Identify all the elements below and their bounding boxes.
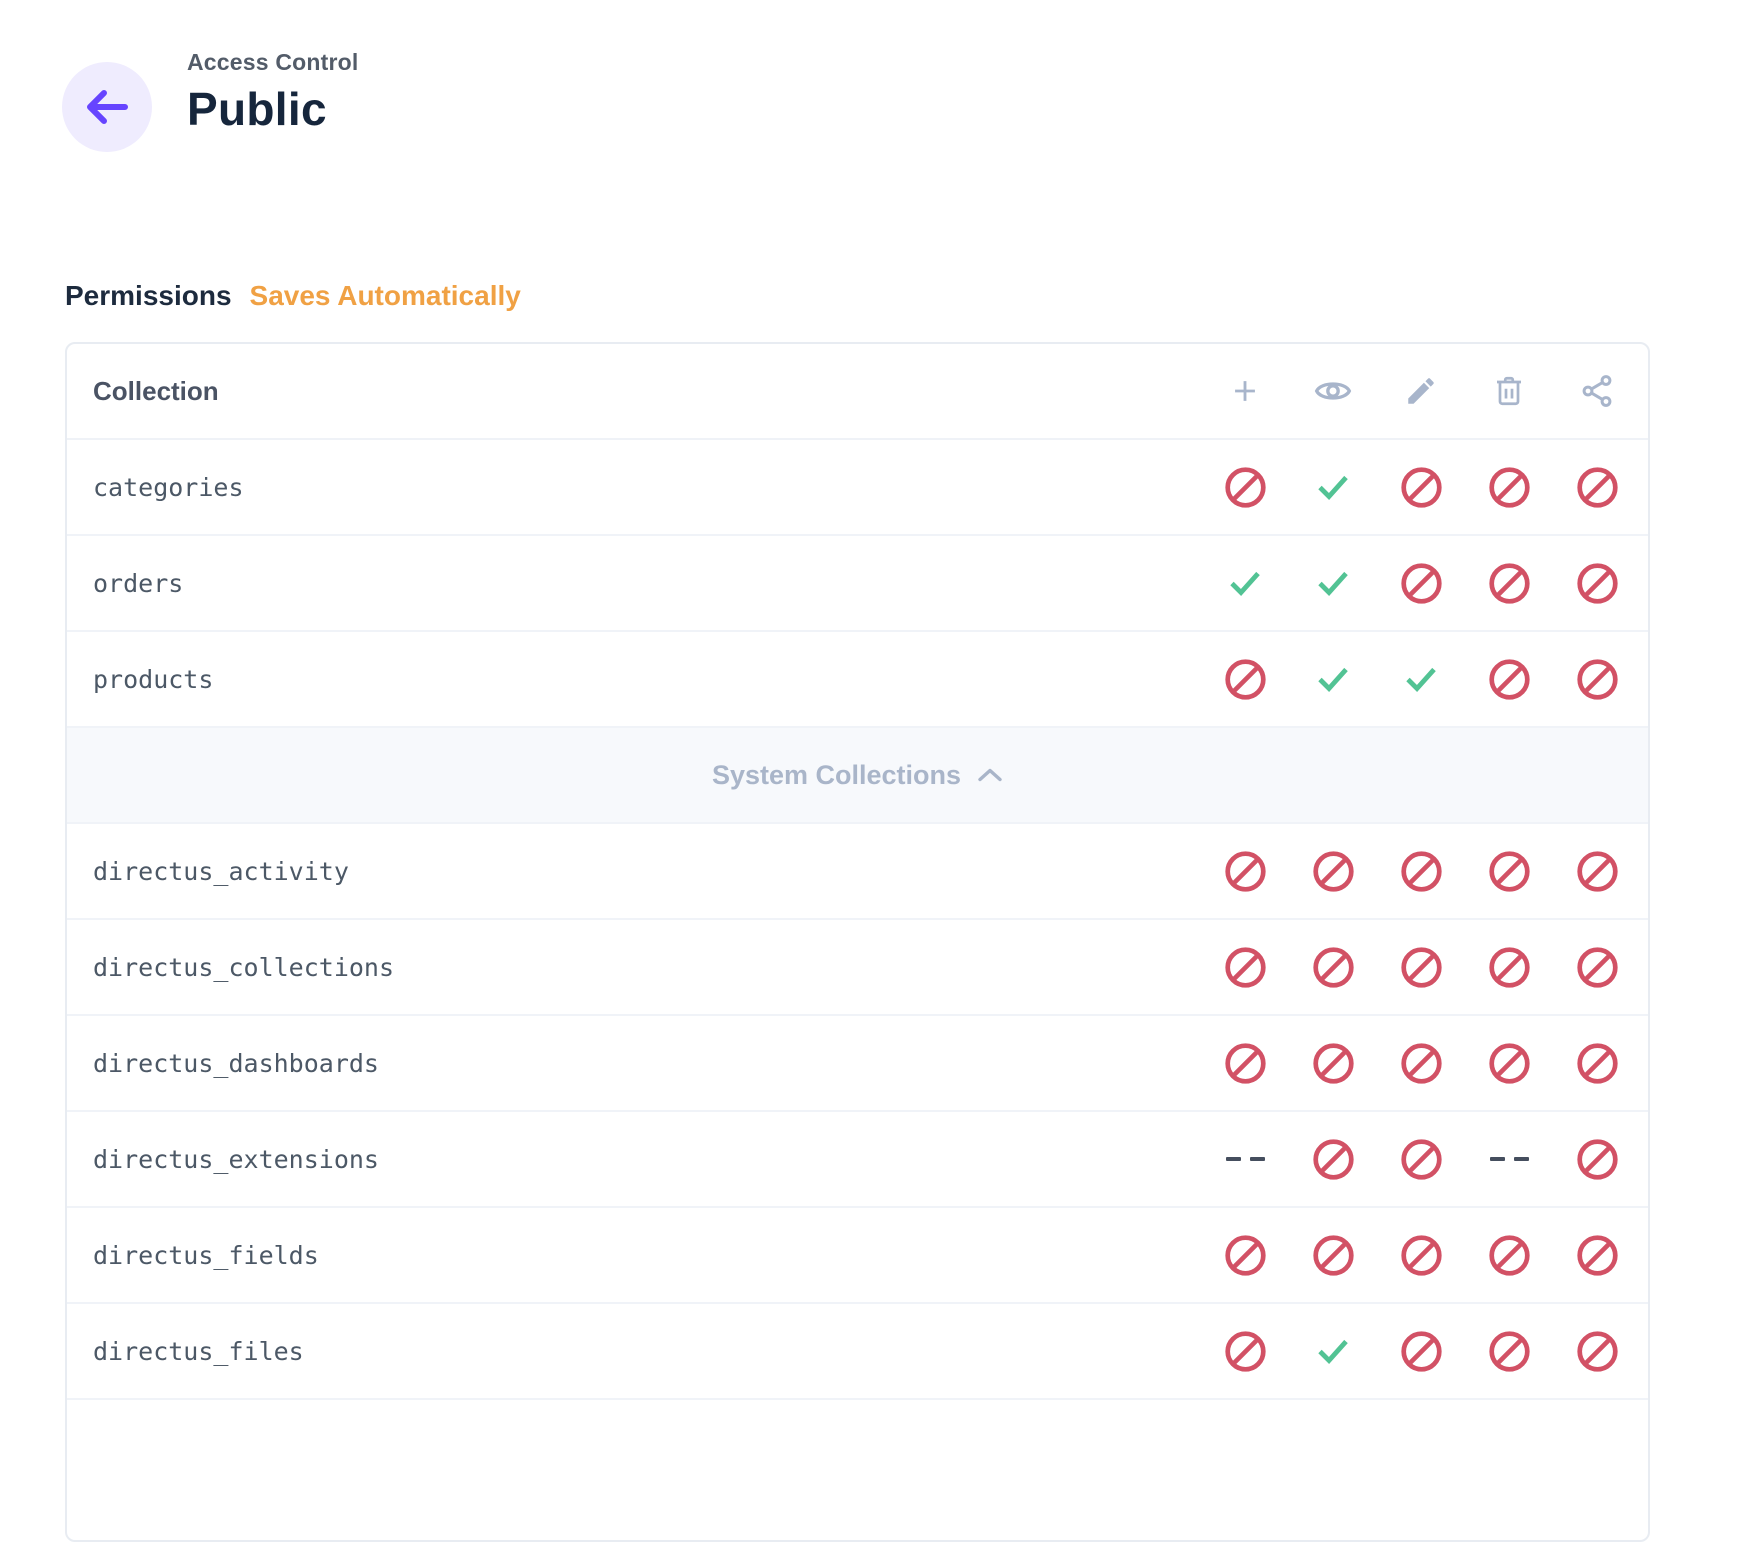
collection-name: directus_activity (67, 857, 1201, 886)
page-header: Access Control Public (187, 48, 359, 136)
update-permission-toggle[interactable] (1377, 1015, 1465, 1111)
read-permission-toggle[interactable] (1289, 535, 1377, 631)
page-title: Public (187, 82, 359, 136)
action-column-headers (1201, 371, 1648, 411)
breadcrumb: Access Control (187, 48, 359, 76)
permission-cells (1201, 439, 1648, 535)
chevron-up-icon (977, 767, 1003, 783)
collection-column-header: Collection (67, 376, 1201, 407)
update-permission-toggle[interactable] (1377, 631, 1465, 727)
delete-permission-toggle[interactable] (1465, 1303, 1553, 1399)
read-permission-toggle[interactable] (1289, 439, 1377, 535)
share-permission-toggle[interactable] (1553, 1015, 1641, 1111)
share-permission-toggle[interactable] (1553, 1207, 1641, 1303)
read-permission-toggle[interactable] (1289, 823, 1377, 919)
share-permission-toggle[interactable] (1553, 1303, 1641, 1399)
share-permission-toggle[interactable] (1553, 631, 1641, 727)
collection-name: products (67, 665, 1201, 694)
system-collection-rows: directus_activity directus_collectionsdir… (67, 824, 1648, 1400)
read-permission-toggle[interactable] (1289, 919, 1377, 1015)
share-permission-toggle[interactable] (1553, 535, 1641, 631)
table-row: directus_fields (67, 1208, 1648, 1304)
update-permission-toggle[interactable] (1377, 1303, 1465, 1399)
read-permission-toggle[interactable] (1289, 631, 1377, 727)
permissions-label: Permissions (65, 280, 232, 312)
back-button[interactable] (62, 62, 152, 152)
read-permission-toggle[interactable] (1289, 1015, 1377, 1111)
delete-permission-toggle[interactable] (1465, 439, 1553, 535)
create-permission-toggle[interactable] (1201, 1015, 1289, 1111)
delete-permission-toggle[interactable] (1465, 1207, 1553, 1303)
table-row: directus_collections (67, 920, 1648, 1016)
system-collections-divider[interactable]: System Collections (67, 728, 1648, 824)
update-permission-toggle[interactable] (1377, 919, 1465, 1015)
create-permission-toggle[interactable] (1201, 823, 1289, 919)
delete-permission-toggle[interactable] (1465, 631, 1553, 727)
table-row: products (67, 632, 1648, 728)
permission-cells (1201, 1111, 1648, 1207)
create-permission-toggle[interactable] (1201, 1303, 1289, 1399)
table-row: directus_files (67, 1304, 1648, 1400)
create-permission-toggle[interactable] (1201, 1111, 1289, 1207)
table-row: directus_extensions (67, 1112, 1648, 1208)
table-row: directus_activity (67, 824, 1648, 920)
update-permission-toggle[interactable] (1377, 439, 1465, 535)
arrow-left-icon (78, 78, 136, 136)
read-permission-toggle[interactable] (1289, 1207, 1377, 1303)
delete-permission-toggle[interactable] (1465, 535, 1553, 631)
collection-name: directus_fields (67, 1241, 1201, 1270)
create-permission-toggle[interactable] (1201, 439, 1289, 535)
collection-name: directus_dashboards (67, 1049, 1201, 1078)
permission-cells (1201, 1015, 1648, 1111)
delete-permission-toggle[interactable] (1465, 919, 1553, 1015)
update-permission-toggle[interactable] (1377, 1207, 1465, 1303)
trash-icon (1465, 371, 1553, 411)
share-permission-toggle[interactable] (1553, 1111, 1641, 1207)
collection-name: categories (67, 473, 1201, 502)
create-permission-toggle[interactable] (1201, 1207, 1289, 1303)
share-permission-toggle[interactable] (1553, 823, 1641, 919)
permission-cells (1201, 823, 1648, 919)
permission-cells (1201, 919, 1648, 1015)
permission-cells (1201, 1303, 1648, 1399)
autosave-note: Saves Automatically (250, 280, 521, 312)
create-permission-toggle[interactable] (1201, 631, 1289, 727)
delete-permission-toggle[interactable] (1465, 1111, 1553, 1207)
eye-icon (1289, 371, 1377, 411)
permissions-heading: Permissions Saves Automatically (65, 280, 521, 312)
plus-icon (1201, 371, 1289, 411)
permission-cells (1201, 1207, 1648, 1303)
create-permission-toggle[interactable] (1201, 919, 1289, 1015)
table-row: directus_dashboards (67, 1016, 1648, 1112)
table-row: orders (67, 536, 1648, 632)
share-permission-toggle[interactable] (1553, 439, 1641, 535)
delete-permission-toggle[interactable] (1465, 1015, 1553, 1111)
table-row: categories (67, 440, 1648, 536)
table-header-row: Collection (67, 344, 1648, 440)
update-permission-toggle[interactable] (1377, 1111, 1465, 1207)
permission-cells (1201, 535, 1648, 631)
update-permission-toggle[interactable] (1377, 535, 1465, 631)
collection-name: orders (67, 569, 1201, 598)
delete-permission-toggle[interactable] (1465, 823, 1553, 919)
share-icon (1553, 371, 1641, 411)
create-permission-toggle[interactable] (1201, 535, 1289, 631)
collection-name: directus_files (67, 1337, 1201, 1366)
collection-name: directus_extensions (67, 1145, 1201, 1174)
share-permission-toggle[interactable] (1553, 919, 1641, 1015)
user-collection-rows: categories orders products (67, 440, 1648, 728)
system-collections-label: System Collections (712, 760, 961, 791)
permissions-table: Collection (65, 342, 1650, 1542)
permission-cells (1201, 631, 1648, 727)
read-permission-toggle[interactable] (1289, 1111, 1377, 1207)
pencil-icon (1377, 371, 1465, 411)
collection-name: directus_collections (67, 953, 1201, 982)
read-permission-toggle[interactable] (1289, 1303, 1377, 1399)
update-permission-toggle[interactable] (1377, 823, 1465, 919)
